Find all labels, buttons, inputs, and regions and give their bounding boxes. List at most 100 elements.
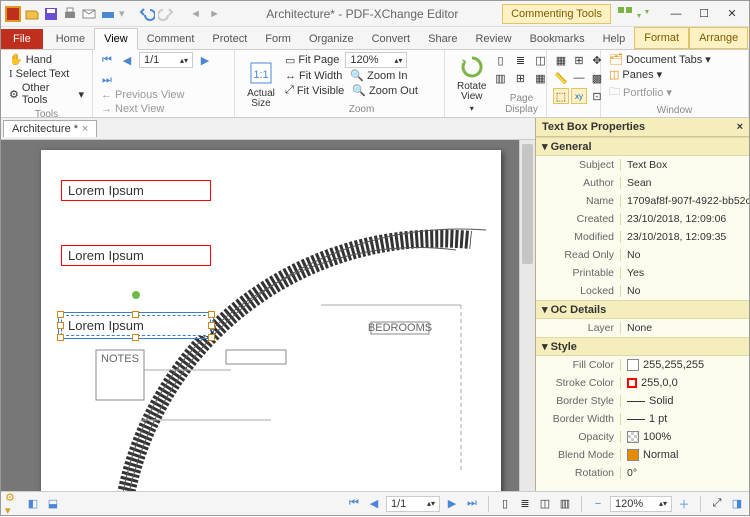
nav-fwd-icon[interactable]: ► [207, 6, 223, 22]
tab-help[interactable]: Help [594, 29, 635, 49]
single-page-icon[interactable]: ▯ [492, 52, 508, 68]
quicklaunch-icon[interactable] [635, 6, 651, 22]
document-tab[interactable]: Architecture *× [3, 120, 97, 137]
prop-subject[interactable]: Text Box [620, 159, 749, 171]
first-page-icon[interactable]: ⏮ [99, 52, 115, 68]
resize-handle[interactable] [57, 334, 64, 341]
prop-borderwidth[interactable]: 1 pt [620, 413, 749, 425]
document-canvas[interactable]: BEDROOMS LIVING ROOM NOTES Lorem Ipsum L… [1, 140, 519, 491]
prop-opacity[interactable]: 100% [620, 431, 749, 443]
resize-handle[interactable] [208, 334, 215, 341]
sb-single-icon[interactable]: ▯ [497, 496, 513, 512]
resize-handle[interactable] [208, 322, 215, 329]
prop-strokecolor[interactable]: 255,0,0 [620, 377, 749, 389]
tab-home[interactable]: Home [47, 29, 94, 49]
hand-tool[interactable]: ✋Hand [7, 52, 86, 67]
resize-handle[interactable] [208, 311, 215, 318]
close-button[interactable]: ✕ [719, 4, 745, 24]
prop-printable[interactable]: Yes [620, 267, 749, 279]
tab-bookmarks[interactable]: Bookmarks [521, 29, 594, 49]
nav-back-icon[interactable]: ◄ [188, 6, 204, 22]
tab-share[interactable]: Share [419, 29, 466, 49]
zoom-in[interactable]: 🔍Zoom In [348, 68, 409, 83]
thin-lines-icon[interactable]: — [571, 70, 587, 86]
doc-tabs[interactable]: 🗂Document Tabs ▾ [607, 52, 742, 67]
sb-prev-icon[interactable]: ◀ [366, 496, 382, 512]
tab-review[interactable]: Review [466, 29, 520, 49]
panel-bottom-icon[interactable]: ⬓ [45, 496, 61, 512]
prop-fillcolor[interactable]: 255,255,255 [620, 359, 749, 371]
tab-organize[interactable]: Organize [300, 29, 363, 49]
tab-arrange[interactable]: Arrange [689, 27, 748, 49]
sb-two-icon[interactable]: ◫ [537, 496, 553, 512]
save-icon[interactable] [43, 6, 59, 22]
prop-name[interactable]: 1709af8f-907f-4922-bb52cea3e4... [620, 195, 749, 207]
sb-first-icon[interactable]: ⏮ [346, 496, 362, 512]
section-style[interactable]: ▾ Style [536, 337, 749, 356]
print-icon[interactable] [62, 6, 78, 22]
scan-icon[interactable] [100, 6, 116, 22]
ui-options-icon[interactable] [617, 6, 633, 22]
undo-icon[interactable] [139, 6, 155, 22]
guides-icon[interactable]: ⊞ [571, 52, 587, 68]
tab-view[interactable]: View [94, 28, 138, 50]
textbox-annotation[interactable]: Lorem Ipsum [61, 180, 211, 201]
show-icon[interactable]: ⬚ [553, 88, 569, 104]
tab-close-icon[interactable]: × [82, 123, 88, 135]
sb-page-input[interactable]: 1/1▴▾ [386, 496, 440, 512]
fit-page[interactable]: ▭Fit Page [283, 53, 341, 68]
tab-form[interactable]: Form [256, 29, 300, 49]
open-icon[interactable] [24, 6, 40, 22]
maximize-button[interactable]: ☐ [691, 4, 717, 24]
next-page-icon[interactable]: ▶ [197, 52, 213, 68]
sb-zoomout-icon[interactable]: − [590, 496, 606, 512]
two-cont-icon[interactable]: ▥ [492, 70, 508, 86]
sb-zoom-input[interactable]: 120%▴▾ [610, 496, 672, 512]
minimize-button[interactable]: ― [663, 4, 689, 24]
sb-zoomin-icon[interactable]: ＋ [676, 496, 692, 512]
resize-handle[interactable] [132, 311, 139, 318]
prop-rotation[interactable]: 0° [620, 467, 749, 479]
portfolio[interactable]: 🗀Portfolio ▾ [607, 82, 742, 103]
page-number-input[interactable]: 1/1▴▾ [139, 52, 193, 68]
tab-convert[interactable]: Convert [363, 29, 420, 49]
prop-locked[interactable]: No [620, 285, 749, 297]
section-general[interactable]: ▾ General [536, 137, 749, 156]
tab-protect[interactable]: Protect [203, 29, 256, 49]
prop-layer[interactable]: None [620, 322, 749, 334]
file-tab[interactable]: File [1, 29, 43, 49]
actual-size-button[interactable]: 1:1 Actual Size [239, 52, 283, 115]
next-view[interactable]: →Next View [99, 102, 228, 116]
prev-page-icon[interactable]: ◀ [119, 52, 135, 68]
continuous-icon[interactable]: ≣ [512, 52, 528, 68]
prop-borderstyle[interactable]: Solid [620, 395, 749, 407]
grid-icon[interactable]: ▦ [553, 52, 569, 68]
props-close-icon[interactable]: × [737, 121, 743, 133]
textbox-annotation[interactable]: Lorem Ipsum [61, 245, 211, 266]
resize-handle[interactable] [57, 322, 64, 329]
panel-left-icon[interactable]: ◧ [25, 496, 41, 512]
sb-next-icon[interactable]: ▶ [444, 496, 460, 512]
rotate-view-button[interactable]: Rotate View▾ [451, 52, 492, 115]
xy-icon[interactable]: xy [571, 88, 587, 104]
sb-panel-right-icon[interactable]: ◨ [729, 496, 745, 512]
tab-comment[interactable]: Comment [138, 29, 204, 49]
tab-format[interactable]: Format [634, 27, 689, 49]
options-icon[interactable]: ⚙ ▾ [5, 496, 21, 512]
rulers-icon[interactable]: 📏 [553, 70, 569, 86]
fit-width[interactable]: ↔Fit Width [283, 69, 344, 83]
layout-icon[interactable]: ⊞ [512, 70, 528, 86]
resize-handle[interactable] [132, 334, 139, 341]
section-oc[interactable]: ▾ OC Details [536, 300, 749, 319]
sb-fit-icon[interactable]: ⤢ [709, 496, 725, 512]
fit-visible[interactable]: ⤢Fit Visible [283, 83, 346, 98]
select-text-tool[interactable]: ISelect Text [7, 67, 86, 81]
email-icon[interactable] [81, 6, 97, 22]
zoom-out[interactable]: 🔍Zoom Out [350, 83, 420, 98]
redo-icon[interactable] [158, 6, 174, 22]
sb-last-icon[interactable]: ⏭ [464, 496, 480, 512]
panes[interactable]: ◫Panes ▾ [607, 67, 742, 82]
rotation-handle[interactable] [132, 291, 140, 299]
prop-readonly[interactable]: No [620, 249, 749, 261]
prop-author[interactable]: Sean [620, 177, 749, 189]
